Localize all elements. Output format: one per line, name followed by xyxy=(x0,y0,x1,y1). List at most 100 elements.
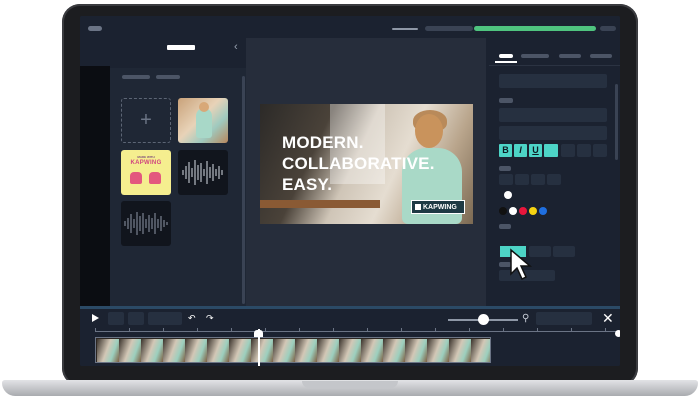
timeline-end-handle[interactable] xyxy=(615,330,620,337)
ruler-tick xyxy=(265,328,266,332)
underline-button[interactable]: U xyxy=(529,144,542,157)
plus-icon: + xyxy=(140,109,152,131)
properties-scrollbar[interactable] xyxy=(615,84,618,160)
zoom-icon[interactable]: ⚲ xyxy=(522,312,529,325)
redo-icon[interactable]: ↷ xyxy=(206,312,214,325)
background-option[interactable] xyxy=(553,246,575,257)
canvas-preview[interactable]: MODERN. COLLABORATIVE. EASY. KAPWING xyxy=(260,104,473,224)
person-figure xyxy=(196,108,212,138)
active-tab-underline xyxy=(495,61,517,63)
media-panel: ‹ + MADE WITH KAPWING xyxy=(110,38,246,306)
media-tab-library[interactable] xyxy=(156,75,180,79)
timeline-fit-button[interactable] xyxy=(536,312,592,325)
ruler-tick xyxy=(605,328,606,332)
clip-frame xyxy=(119,339,141,362)
timeline-time-display xyxy=(148,312,182,325)
playhead[interactable] xyxy=(258,329,260,366)
video-clip-track[interactable] xyxy=(95,337,491,363)
timeline-tool-button[interactable] xyxy=(128,312,144,325)
tab-edit[interactable] xyxy=(499,54,513,58)
color-option[interactable] xyxy=(515,174,529,185)
preview-person-head xyxy=(415,114,443,148)
color-swatch[interactable] xyxy=(519,207,527,215)
timeline-tool-button[interactable] xyxy=(108,312,124,325)
text-content-field[interactable] xyxy=(499,74,607,88)
media-thumbnail-sticker[interactable]: MADE WITH KAPWING xyxy=(121,150,171,195)
align-button[interactable] xyxy=(593,144,607,157)
add-media-tile[interactable]: + xyxy=(121,98,171,143)
headline-line-1[interactable]: MODERN. xyxy=(282,133,364,153)
ruler-tick xyxy=(231,328,232,332)
cat-icon xyxy=(130,172,142,184)
export-progress-bar[interactable] xyxy=(474,26,596,31)
window-dot xyxy=(88,26,102,31)
background-label xyxy=(499,224,511,229)
ruler-tick xyxy=(401,328,402,332)
italic-button[interactable]: I xyxy=(514,144,527,157)
font-select[interactable] xyxy=(499,108,607,122)
zoom-slider-handle[interactable] xyxy=(478,314,489,325)
kapwing-badge[interactable]: KAPWING xyxy=(411,200,465,214)
collapse-panel-icon[interactable]: ‹ xyxy=(234,40,238,54)
tab-adjust[interactable] xyxy=(590,54,612,58)
ruler-tick xyxy=(367,328,368,332)
format-extra-button[interactable] xyxy=(544,144,558,157)
sticker-caption: MADE WITH xyxy=(137,155,155,159)
sticker-title: KAPWING xyxy=(130,160,162,166)
clip-frame xyxy=(361,339,383,362)
media-thumbnail-audio[interactable] xyxy=(178,150,228,195)
color-label xyxy=(499,166,511,171)
close-timeline-icon[interactable]: ✕ xyxy=(602,311,614,325)
undo-icon[interactable]: ↶ xyxy=(188,312,196,325)
swatch-white-top[interactable] xyxy=(504,191,512,199)
top-bar-line xyxy=(392,28,418,30)
media-panel-title xyxy=(167,45,195,50)
timeline-ruler[interactable] xyxy=(95,331,620,332)
play-icon[interactable] xyxy=(92,314,99,322)
tab-animate[interactable] xyxy=(559,54,581,58)
mouse-cursor-icon xyxy=(510,248,533,281)
ruler-tick xyxy=(299,328,300,332)
color-swatch[interactable] xyxy=(539,207,547,215)
color-swatch[interactable] xyxy=(509,207,517,215)
timeline-top-strip xyxy=(80,306,620,309)
media-tab-uploads[interactable] xyxy=(122,75,150,79)
clip-frame xyxy=(295,339,317,362)
media-thumbnail-video[interactable] xyxy=(178,98,228,143)
person-head xyxy=(199,102,209,112)
panel-divider xyxy=(489,65,620,66)
clip-frame xyxy=(317,339,339,362)
media-thumbnail-audio-2[interactable] xyxy=(121,201,171,246)
waveform-icon xyxy=(124,212,168,235)
top-bar xyxy=(80,16,620,34)
waveform-icon xyxy=(182,160,223,185)
color-swatch[interactable] xyxy=(529,207,537,215)
editor-screen: ‹ + MADE WITH KAPWING MODERN. COLLABORAT… xyxy=(80,16,620,366)
timeline: ↶ ↷ ⚲ ✕ xyxy=(80,306,620,366)
clip-frame xyxy=(449,339,471,362)
color-option[interactable] xyxy=(531,174,545,185)
clip-frame xyxy=(339,339,361,362)
ruler-tick xyxy=(163,328,164,332)
headline-line-3[interactable]: EASY. xyxy=(282,175,332,195)
clip-frame xyxy=(229,339,251,362)
bold-button[interactable]: B xyxy=(499,144,512,157)
tab-effects[interactable] xyxy=(521,54,549,58)
color-option[interactable] xyxy=(547,174,561,185)
align-button[interactable] xyxy=(561,144,575,157)
ruler-tick xyxy=(95,328,96,332)
media-panel-scrollbar[interactable] xyxy=(242,76,245,304)
clip-frame xyxy=(207,339,229,362)
laptop-notch xyxy=(302,381,398,388)
headline-line-2[interactable]: COLLABORATIVE. xyxy=(282,154,435,174)
font-size-field[interactable] xyxy=(499,126,607,140)
color-swatch[interactable] xyxy=(499,207,507,215)
ruler-tick xyxy=(503,328,504,332)
top-bar-menu[interactable] xyxy=(600,26,616,31)
font-label xyxy=(499,98,513,103)
ruler-tick xyxy=(435,328,436,332)
color-option[interactable] xyxy=(499,174,513,185)
clip-frame xyxy=(405,339,427,362)
top-bar-button[interactable] xyxy=(425,26,473,31)
align-button[interactable] xyxy=(577,144,591,157)
